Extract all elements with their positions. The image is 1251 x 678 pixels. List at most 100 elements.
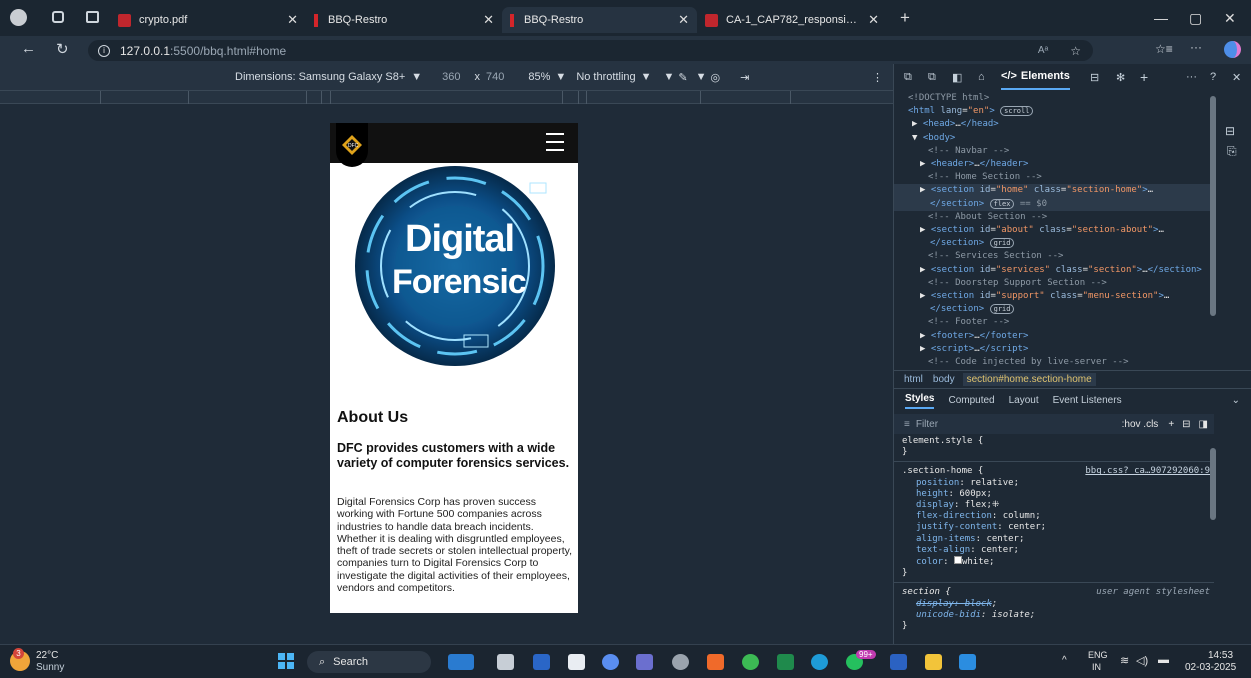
color-swatch[interactable] [953, 556, 962, 565]
tab-ca1[interactable]: CA-1_CAP782_responsive_12312! ✕ [697, 7, 887, 33]
start-windows-icon[interactable] [278, 653, 294, 669]
debug-icon[interactable]: ✻ [1116, 71, 1125, 84]
dom-tree-scrollbar[interactable] [1210, 96, 1216, 316]
css-decl[interactable]: position: relative; [894, 478, 1214, 489]
dom-tree[interactable]: <!DOCTYPE html> <html lang="en"> scroll … [894, 92, 1214, 370]
workspaces-icon[interactable] [52, 11, 64, 23]
more-menu-icon[interactable]: ··· [1190, 40, 1202, 54]
help-icon[interactable]: ? [1210, 71, 1216, 83]
dom-node[interactable]: ▼ <body> [894, 132, 1214, 145]
chevron-down-icon[interactable]: ▼ [555, 71, 566, 83]
copilot-icon[interactable] [1224, 41, 1241, 58]
dom-node[interactable]: ▶ <footer>…</footer> [894, 330, 1214, 343]
github-icon[interactable] [672, 654, 689, 670]
css-decl[interactable]: text-align: center; [894, 545, 1214, 556]
more-tools-icon[interactable]: ··· [1186, 71, 1197, 83]
hamburger-menu-icon[interactable] [546, 133, 564, 151]
restore-icon[interactable]: ▢ [1189, 10, 1202, 27]
css-decl[interactable]: height: 600px; [894, 489, 1214, 500]
rule-source-link[interactable]: bbq.css?_ca…907292060:9 [1085, 466, 1210, 477]
dom-node[interactable]: <html lang="en"> scroll [894, 105, 1214, 118]
dom-node[interactable]: <!-- Services Section --> [894, 250, 1214, 263]
minimize-icon[interactable]: — [1154, 10, 1168, 26]
tab-layout[interactable]: Layout [1009, 395, 1039, 406]
vscode-icon[interactable] [959, 654, 976, 670]
dom-node[interactable]: </section> grid [894, 303, 1214, 316]
dom-node-selected[interactable]: ▶ <section id="home" class="section-home… [894, 184, 1214, 198]
chevron-down-icon[interactable]: ▼ [664, 71, 675, 83]
tab-styles[interactable]: Styles [905, 393, 935, 409]
chevron-down-icon[interactable]: ▼ [696, 71, 707, 83]
tab-computed[interactable]: Computed [948, 395, 994, 406]
read-aloud-icon[interactable]: Aᵃ [1038, 45, 1048, 56]
tab-crypto-pdf[interactable]: crypto.pdf ✕ [110, 7, 306, 33]
side-panel-icon[interactable]: ⎘ [1227, 144, 1237, 159]
back-icon[interactable]: ← [21, 40, 36, 57]
clock-time[interactable]: 14:53 [1208, 650, 1233, 661]
css-decl[interactable]: color: white; [894, 556, 1214, 568]
address-field[interactable]: i 127.0.0.1:5500/bbq.html#home Aᵃ ☆ [88, 40, 1093, 61]
close-icon[interactable]: ✕ [868, 12, 879, 28]
styles-rules[interactable]: element.style { } .section-home { bbq.cs… [894, 436, 1214, 636]
styles-scrollbar[interactable] [1210, 448, 1216, 520]
dom-node[interactable]: <!-- Home Section --> [894, 171, 1214, 184]
dom-node[interactable]: ▶ <section id="services" class="section"… [894, 264, 1214, 277]
volume-icon[interactable]: ◁) [1136, 654, 1148, 667]
css-decl[interactable]: justify-content: center; [894, 522, 1214, 533]
clock-date[interactable]: 02-03-2025 [1185, 662, 1236, 673]
copilot-app-icon[interactable] [602, 654, 619, 670]
console-icon[interactable]: ⊟ [1090, 71, 1099, 84]
rule-element-style[interactable]: element.style { [894, 436, 1214, 447]
profile-avatar[interactable] [10, 9, 27, 26]
sensor-icon[interactable]: ◎ [711, 71, 721, 84]
device-select[interactable]: Dimensions: Samsung Galaxy S8+ [235, 71, 405, 83]
brave-icon[interactable] [707, 654, 724, 670]
css-decl[interactable]: align-items: center; [894, 534, 1214, 545]
inspect-icon[interactable]: ⧉ [928, 71, 936, 84]
task-view-icon[interactable] [497, 654, 514, 670]
excel-icon[interactable] [777, 654, 794, 670]
refresh-icon[interactable]: ↻ [56, 40, 69, 58]
breadcrumb-item-active[interactable]: section#home.section-home [962, 372, 1096, 386]
rule-section-ua[interactable]: section { user agent stylesheet [894, 587, 1214, 598]
widgets-icon[interactable] [448, 654, 474, 670]
dfc-logo[interactable]: DFC [336, 123, 368, 167]
close-devtools-icon[interactable]: ✕ [1232, 71, 1241, 84]
chevron-down-icon[interactable]: ▼ [411, 71, 422, 83]
breadcrumb-item[interactable]: body [933, 374, 955, 385]
tab-bbq-restro-1[interactable]: BBQ-Restro ✕ [306, 7, 502, 33]
device-toggle-icon[interactable]: ⧉ [904, 71, 912, 84]
favorites-icon[interactable]: ☆≡ [1155, 42, 1173, 56]
chevron-down-icon[interactable]: ⌄ [1232, 395, 1240, 406]
chevron-down-icon[interactable]: ▼ [641, 71, 652, 83]
file-explorer-icon[interactable] [925, 654, 942, 670]
dom-node[interactable]: </section> grid [894, 237, 1214, 250]
hov-cls-toggles[interactable]: :hov .cls [1122, 419, 1159, 430]
dom-node-selected[interactable]: </section> flex == $0 [894, 197, 1214, 211]
more-options-icon[interactable]: ⋮ [872, 71, 883, 84]
computed-panel-icon[interactable]: ◨ [1199, 419, 1208, 430]
close-icon[interactable]: ✕ [287, 12, 298, 28]
device-width-input[interactable]: 360 [442, 71, 460, 83]
calendar-icon[interactable] [568, 654, 585, 670]
info-icon[interactable]: i [98, 44, 110, 57]
new-tab-icon[interactable]: + [900, 8, 910, 28]
dom-node[interactable]: ▶ <header>…</header> [894, 158, 1214, 171]
wifi-icon[interactable]: ≋ [1120, 654, 1129, 667]
css-decl[interactable]: display: flex;⁜ [894, 500, 1214, 511]
tab-event-listeners[interactable]: Event Listeners [1053, 395, 1122, 406]
dom-node[interactable]: <!-- Doorstep Support Section --> [894, 277, 1214, 290]
edge-icon[interactable] [811, 654, 828, 670]
dom-node[interactable]: <!-- Footer --> [894, 316, 1214, 329]
media-query-ruler[interactable] [0, 90, 893, 104]
css-decl[interactable]: display: block; [894, 599, 1214, 610]
tab-bbq-restro-2[interactable]: BBQ-Restro ✕ [502, 7, 697, 33]
chrome-icon[interactable] [742, 654, 759, 670]
rule-section-home[interactable]: .section-home { bbq.css?_ca…907292060:9 [894, 466, 1214, 477]
dock-icon[interactable]: ◧ [952, 71, 962, 84]
favorite-star-icon[interactable]: ☆ [1070, 44, 1081, 58]
styles-filter[interactable]: ≡ Filter :hov .cls + ⊟ ◨ [894, 414, 1214, 434]
zoom-select[interactable]: 85% [528, 71, 550, 83]
rotate-icon[interactable]: ⇥ [740, 71, 749, 84]
close-icon[interactable]: ✕ [678, 12, 689, 28]
